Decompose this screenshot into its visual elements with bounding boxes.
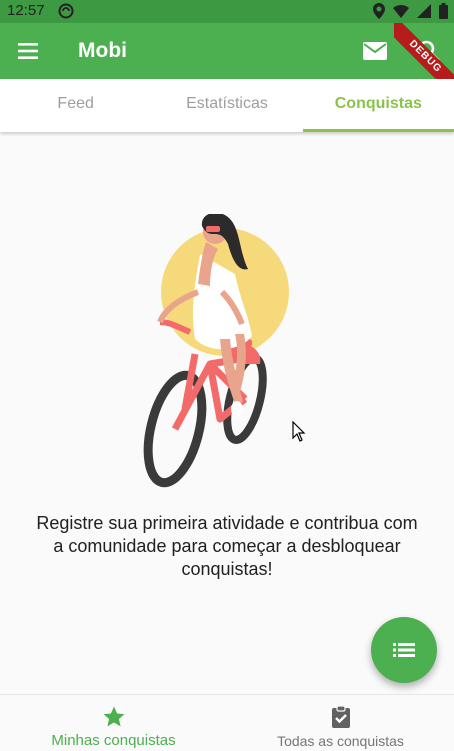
achievements-empty-state: Registre sua primeira atividade e contri… bbox=[0, 132, 454, 694]
clipboard-check-icon bbox=[331, 705, 350, 728]
messages-button[interactable] bbox=[362, 39, 388, 63]
app-title: Mobi bbox=[78, 39, 127, 62]
tab-feed[interactable]: Feed bbox=[0, 79, 151, 132]
app-notification-icon bbox=[58, 3, 74, 24]
nav-label-todas-as-conquistas: Todas as conquistas bbox=[277, 733, 404, 749]
wifi-icon bbox=[393, 4, 409, 23]
location-icon bbox=[373, 3, 385, 24]
signal-icon bbox=[417, 4, 431, 23]
list-icon bbox=[393, 643, 415, 657]
activities-list-button[interactable] bbox=[371, 617, 437, 683]
mouse-cursor-icon bbox=[292, 421, 306, 442]
empty-state-message: Registre sua primeira atividade e contri… bbox=[36, 513, 418, 579]
app-bar: Mobi DEBUG bbox=[0, 23, 454, 83]
battery-icon bbox=[439, 3, 448, 24]
nav-minhas-conquistas[interactable]: Minhas conquistas bbox=[0, 695, 227, 751]
mail-icon bbox=[363, 42, 387, 60]
tab-conquistas[interactable]: Conquistas bbox=[302, 79, 454, 132]
status-time: 12:57 bbox=[7, 2, 45, 19]
status-bar: 12:57 bbox=[0, 0, 454, 23]
star-icon bbox=[103, 706, 124, 727]
tab-estatisticas[interactable]: Estatísticas bbox=[151, 79, 302, 132]
cyclist-illustration bbox=[143, 214, 289, 488]
search-icon bbox=[418, 40, 440, 62]
nav-todas-as-conquistas[interactable]: Todas as conquistas bbox=[227, 695, 454, 751]
bottom-navigation: Minhas conquistas Todas as conquistas bbox=[0, 694, 454, 751]
hamburger-menu-icon bbox=[18, 43, 38, 59]
menu-button[interactable] bbox=[16, 39, 42, 63]
search-button[interactable] bbox=[417, 39, 441, 63]
nav-label-minhas-conquistas: Minhas conquistas bbox=[51, 732, 176, 749]
tab-bar: Feed Estatísticas Conquistas bbox=[0, 79, 454, 132]
